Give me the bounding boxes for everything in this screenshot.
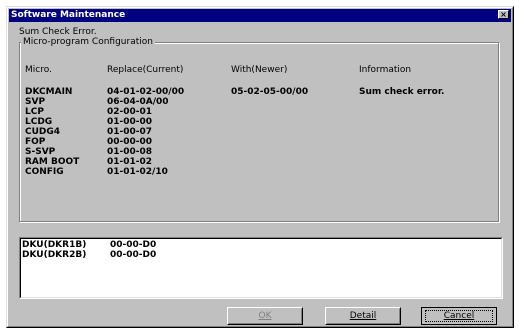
header-micro: Micro. — [25, 65, 52, 75]
ok-button-bevel — [228, 308, 302, 324]
cell-current: 04-01-02-00/00 — [107, 87, 185, 97]
dku-name: DKU(DKR1B) — [22, 240, 87, 250]
header-information: Information — [359, 65, 412, 75]
cell-current: 01-01-02/10 — [107, 167, 168, 177]
status-message: Sum Check Error. — [19, 27, 97, 37]
cell-current: 01-00-00 — [107, 117, 153, 127]
dku-list-frame — [20, 238, 502, 298]
close-icon[interactable]: × — [498, 10, 509, 19]
window-title: Software Maintenance — [11, 10, 126, 20]
cell-micro: CONFIG — [25, 167, 64, 177]
cancel-button[interactable]: Cancel — [421, 307, 497, 325]
detail-button[interactable]: Detail — [325, 307, 401, 325]
ok-button[interactable]: OK — [227, 307, 303, 325]
cell-micro: S-SVP — [25, 147, 56, 157]
cell-current: 02-00-01 — [107, 107, 153, 117]
cell-information: Sum check error. — [359, 87, 445, 97]
cell-micro: LCDG — [25, 117, 53, 127]
dku-list[interactable]: DKU(DKR1B) 00-00-D0 DKU(DKR2B) 00-00-D0 — [19, 237, 503, 299]
detail-button-bevel — [326, 308, 400, 324]
cell-current: 06-04-0A/00 — [107, 97, 169, 107]
cell-current: 00-00-00 — [107, 137, 153, 147]
cell-micro: RAM BOOT — [25, 157, 80, 167]
dku-version: 00-00-D0 — [110, 250, 157, 260]
header-with-newer: With(Newer) — [231, 65, 288, 75]
dku-version: 00-00-D0 — [110, 240, 157, 250]
header-replace-current: Replace(Current) — [107, 65, 184, 75]
cell-current: 01-00-07 — [107, 127, 153, 137]
title-bar[interactable]: Software Maintenance × — [9, 9, 511, 22]
cell-micro: SVP — [25, 97, 46, 107]
cell-micro: CUDG4 — [25, 127, 61, 137]
cell-micro: FOP — [25, 137, 46, 147]
software-maintenance-dialog: Software Maintenance × Sum Check Error. … — [6, 6, 514, 328]
cell-micro: DKCMAIN — [25, 87, 73, 97]
cell-micro: LCP — [25, 107, 44, 117]
cell-current: 01-01-02 — [107, 157, 153, 167]
dku-name: DKU(DKR2B) — [22, 250, 87, 260]
group-label: Micro-program Configuration — [21, 37, 155, 47]
cancel-focus-ring — [425, 310, 493, 322]
cell-current: 01-00-08 — [107, 147, 153, 157]
cell-newer: 05-02-05-00/00 — [231, 87, 309, 97]
